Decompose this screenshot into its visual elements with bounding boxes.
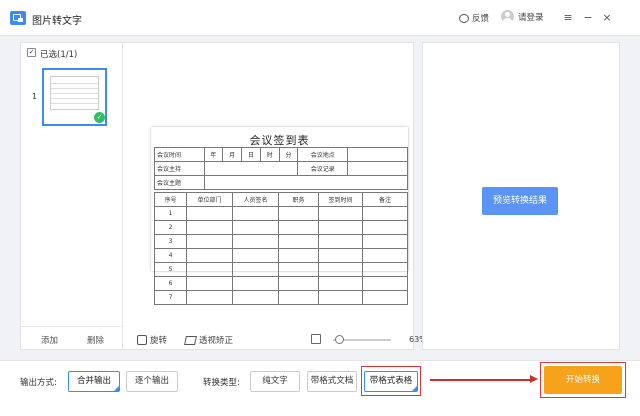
output-mode-label: 输出方式: bbox=[20, 378, 57, 388]
table-row: 会议主持 会议记录 bbox=[154, 161, 408, 176]
table-row: 会议主题 bbox=[154, 175, 408, 190]
chat-bubble-icon bbox=[459, 13, 469, 23]
row-number: 4 bbox=[154, 248, 187, 263]
close-icon[interactable]: × bbox=[601, 12, 613, 24]
table-cell: 月 bbox=[222, 147, 243, 162]
select-all-label[interactable]: 已选(1/1) bbox=[40, 48, 77, 60]
table-cell bbox=[203, 161, 299, 176]
preview-result-button[interactable]: 预览转换结果 bbox=[482, 187, 558, 215]
row-number: 5 bbox=[154, 262, 187, 277]
table-row: 3 bbox=[154, 234, 408, 249]
app-title: 图片转文字 bbox=[32, 16, 82, 27]
formatted-doc-button[interactable]: 带格式文档 bbox=[307, 371, 357, 392]
table-header-cell: 序号 bbox=[154, 192, 187, 207]
fit-screen-icon[interactable] bbox=[311, 334, 321, 344]
perspective-label: 透视矫正 bbox=[199, 336, 234, 346]
done-check-icon: ✓ bbox=[94, 112, 105, 123]
highlight-box bbox=[361, 366, 421, 396]
start-convert-button[interactable]: 开始转换 bbox=[544, 366, 622, 394]
thumbnail-image bbox=[50, 76, 99, 110]
thumbnail-footer bbox=[20, 326, 123, 350]
signin-table: 序号 单位部门 人员签名 职务 签到时间 备注 1 2 3 4 5 6 7 bbox=[154, 192, 408, 305]
rotate-label: 旋转 bbox=[150, 336, 168, 346]
avatar-icon bbox=[501, 10, 514, 23]
title-bar bbox=[0, 0, 640, 36]
rotate-icon bbox=[137, 335, 147, 345]
add-button[interactable]: 添加 bbox=[41, 334, 58, 346]
table-header-row: 序号 单位部门 人员签名 职务 签到时间 备注 bbox=[154, 192, 408, 207]
rotate-button[interactable]: 旋转 bbox=[137, 334, 167, 346]
table-cell: 会议主题 bbox=[154, 175, 205, 190]
table-cell: 年 bbox=[203, 147, 224, 162]
row-number: 1 bbox=[154, 206, 187, 221]
login-label: 请登录 bbox=[518, 12, 544, 23]
table-header-cell: 职务 bbox=[278, 192, 319, 207]
table-cell: 时 bbox=[259, 147, 280, 162]
table-cell: 分 bbox=[278, 147, 299, 162]
minimize-icon[interactable]: − bbox=[582, 12, 594, 24]
table-cell: 会议时间 bbox=[154, 147, 205, 162]
row-number: 7 bbox=[154, 290, 187, 305]
table-row: 5 bbox=[154, 262, 408, 277]
merge-output-button[interactable]: 合并输出 bbox=[68, 371, 120, 392]
separate-output-button[interactable]: 逐个输出 bbox=[126, 371, 178, 392]
feedback-label: 反馈 bbox=[472, 14, 490, 24]
table-cell bbox=[203, 175, 408, 190]
select-all-checkbox[interactable]: ✓ bbox=[27, 48, 36, 57]
table-cell: 日 bbox=[241, 147, 261, 162]
row-number: 6 bbox=[154, 276, 187, 291]
table-cell: 会议地点 bbox=[297, 147, 348, 162]
zoom-slider-handle[interactable] bbox=[334, 335, 344, 344]
plain-text-button[interactable]: 纯文字 bbox=[250, 371, 300, 392]
table-header-cell: 人员签名 bbox=[232, 192, 279, 207]
row-number: 3 bbox=[154, 234, 187, 249]
table-row: 7 bbox=[154, 290, 408, 305]
table-row: 1 bbox=[154, 206, 408, 221]
table-header-cell: 单位部门 bbox=[186, 192, 233, 207]
menu-icon[interactable]: ≡ bbox=[562, 12, 574, 24]
document-title: 会议签到表 bbox=[249, 134, 310, 147]
app-logo-icon bbox=[10, 11, 26, 25]
thumbnail-number: 1 bbox=[32, 92, 38, 101]
table-header-cell: 签到时间 bbox=[318, 192, 363, 207]
table-row: 6 bbox=[154, 276, 408, 291]
perspective-button[interactable]: 透视矫正 bbox=[184, 334, 234, 346]
login-button[interactable]: 请登录 bbox=[501, 10, 544, 23]
annotation-arrow bbox=[430, 379, 531, 381]
table-cell: 会议记录 bbox=[297, 161, 348, 176]
table-row: 4 bbox=[154, 248, 408, 263]
delete-button[interactable]: 删除 bbox=[87, 334, 104, 346]
table-row: 2 bbox=[154, 220, 408, 235]
table-cell: 会议主持 bbox=[154, 161, 205, 176]
annotation-arrow-head bbox=[530, 375, 538, 383]
document-table: 会议时间 年 月 日 时 分 会议地点 会议主持 会议记录 会议主题 bbox=[154, 147, 408, 190]
convert-type-label: 转换类型: bbox=[203, 378, 240, 388]
table-row: 会议时间 年 月 日 时 分 会议地点 bbox=[154, 147, 408, 162]
table-cell bbox=[347, 147, 408, 162]
row-number: 2 bbox=[154, 220, 187, 235]
perspective-icon bbox=[184, 335, 197, 345]
feedback-button[interactable]: 反馈 bbox=[459, 12, 489, 24]
table-cell bbox=[347, 161, 408, 176]
table-header-cell: 备注 bbox=[362, 192, 408, 207]
